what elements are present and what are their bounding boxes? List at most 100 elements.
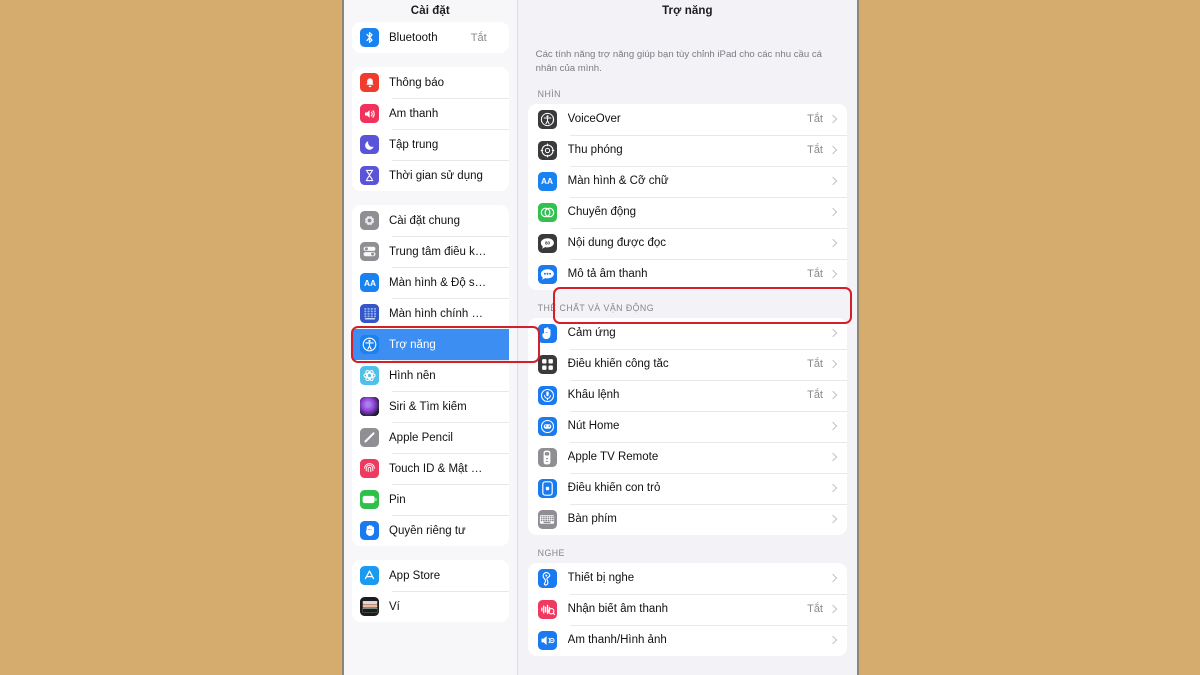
section-heading: THỂ CHẤT VÀ VẬN ĐỘNG bbox=[537, 302, 655, 313]
settings-row-n-i-dung-c-c[interactable]: 80 Nội dung được đọc bbox=[527, 227, 847, 259]
row-value: Tắt bbox=[807, 144, 823, 157]
chevron-right-icon bbox=[830, 635, 836, 645]
row-label: Bluetooth bbox=[389, 31, 438, 44]
row-value: Tắt bbox=[807, 603, 823, 616]
sidebar-item-pin[interactable]: Pin bbox=[352, 484, 509, 515]
accessibility-detail-pane[interactable]: Trợ năng Các tính năng trợ năng giúp bạn… bbox=[517, 0, 857, 675]
privacy-hand-icon bbox=[360, 521, 379, 540]
wallet-icon bbox=[360, 597, 379, 616]
settings-row-chuy-n-ng[interactable]: Chuyển động bbox=[527, 196, 847, 228]
settings-row-i-u-khi-n-con-tr[interactable]: Điều khiển con trỏ bbox=[527, 472, 847, 504]
settings-row-i-u-khi-n-c-ng-t-c[interactable]: Điều khiển công tắc Tắt bbox=[527, 348, 847, 380]
row-label: Thông báo bbox=[389, 76, 444, 89]
pointer-control-icon bbox=[537, 478, 557, 498]
section-heading: NGHE bbox=[537, 547, 565, 558]
chevron-right-icon bbox=[830, 390, 836, 400]
sidebar-item-m-n-h-nh-s-ng[interactable]: AA Màn hình & Độ sáng bbox=[352, 267, 509, 298]
chevron-right-icon bbox=[830, 514, 836, 524]
apple-tv-remote-icon bbox=[537, 447, 557, 467]
sidebar-item-m-n-h-nh-ch-nh-dock[interactable]: Màn hình chính & Dock bbox=[352, 298, 509, 329]
settings-row-nh-n-bi-t-m-thanh[interactable]: Nhận biết âm thanh Tắt bbox=[527, 593, 847, 625]
row-label: Điều khiển con trỏ bbox=[567, 482, 661, 495]
sidebar-item-m-thanh[interactable]: Âm thanh bbox=[352, 98, 509, 129]
row-label: Apple TV Remote bbox=[567, 451, 659, 464]
ipad-settings-window: Cài đặt Bluetooth Tắt Thông báo Âm thanh Tập… bbox=[342, 0, 859, 675]
settings-row-thi-t-b-nghe[interactable]: Thiết bị nghe bbox=[527, 562, 847, 594]
sidebar-item-bluetooth[interactable]: Bluetooth Tắt bbox=[352, 22, 509, 53]
sidebar-item-t-p-trung[interactable]: Tập trung bbox=[352, 129, 509, 160]
row-label: Thiết bị nghe bbox=[567, 572, 635, 585]
audio-description-icon bbox=[537, 264, 557, 284]
sound-icon bbox=[360, 104, 379, 123]
settings-row-c-m-ng[interactable]: Cảm ứng bbox=[527, 317, 847, 349]
row-label: Quyền riêng tư bbox=[389, 524, 466, 537]
row-label: Cảm ứng bbox=[567, 327, 616, 340]
voice-control-icon bbox=[537, 385, 557, 405]
row-label: Trợ năng bbox=[389, 338, 436, 351]
wallpaper-icon bbox=[360, 366, 379, 385]
settings-row-n-t-home[interactable]: Nút Home bbox=[527, 410, 847, 442]
sidebar-item-trung-t-m-i-u-khi-n[interactable]: Trung tâm điều khiển bbox=[352, 236, 509, 267]
row-label: Điều khiển công tắc bbox=[567, 358, 669, 371]
settings-row-voiceover[interactable]: VoiceOver Tắt bbox=[527, 103, 847, 135]
row-label: Nút Home bbox=[567, 420, 620, 433]
sidebar-item-siri-t-m-ki-m[interactable]: Siri & Tìm kiếm bbox=[352, 391, 509, 422]
row-label: Âm thanh bbox=[389, 107, 439, 120]
row-label: Bàn phím bbox=[567, 513, 617, 526]
notifications-icon bbox=[360, 73, 379, 92]
chevron-right-icon bbox=[830, 604, 836, 614]
settings-row-apple-tv-remote[interactable]: Apple TV Remote bbox=[527, 441, 847, 473]
sidebar-item-th-i-gian-s-d-ng[interactable]: Thời gian sử dụng bbox=[352, 160, 509, 191]
chevron-right-icon bbox=[830, 207, 836, 217]
sidebar-item-touch-id-m-t-m[interactable]: Touch ID & Mật mã bbox=[352, 453, 509, 484]
settings-row-b-n-ph-m[interactable]: Bàn phím bbox=[527, 503, 847, 535]
row-label: Chuyển động bbox=[567, 206, 637, 219]
settings-sidebar[interactable]: Cài đặt Bluetooth Tắt Thông báo Âm thanh Tập… bbox=[344, 0, 518, 675]
sidebar-group: App Store Ví bbox=[352, 560, 509, 622]
sidebar-item-th-ng-b-o[interactable]: Thông báo bbox=[352, 67, 509, 98]
focus-moon-icon bbox=[360, 135, 379, 154]
sidebar-item-tr-n-ng[interactable]: Trợ năng bbox=[352, 329, 509, 360]
sidebar-item-quy-n-ri-ng-t[interactable]: Quyền riêng tư bbox=[352, 515, 509, 546]
settings-row-kh-u-l-nh[interactable]: Khẩu lệnh Tắt bbox=[527, 379, 847, 411]
row-value: Tắt bbox=[807, 113, 823, 126]
sidebar-group-list: Bluetooth Tắt Thông báo Âm thanh Tập trung Th… bbox=[344, 22, 517, 622]
svg-text:80: 80 bbox=[545, 240, 551, 245]
chevron-right-icon bbox=[830, 573, 836, 583]
row-label: Apple Pencil bbox=[389, 431, 453, 444]
row-label: Khẩu lệnh bbox=[567, 389, 620, 402]
chevron-right-icon bbox=[830, 269, 836, 279]
bluetooth-icon bbox=[360, 28, 379, 47]
settings-row-thu-ph-ng[interactable]: Thu phóng Tắt bbox=[527, 134, 847, 166]
sidebar-group: Bluetooth Tắt bbox=[352, 22, 509, 53]
control-center-icon bbox=[360, 242, 379, 261]
page-title: Trợ năng bbox=[517, 0, 857, 22]
sound-recognition-icon bbox=[537, 599, 557, 619]
chevron-right-icon bbox=[830, 238, 836, 248]
sidebar-item-c-i-t-chung[interactable]: Cài đặt chung bbox=[352, 205, 509, 236]
settings-row-m-thanh-h-nh-nh[interactable]: Âm thanh/Hình ảnh bbox=[527, 624, 847, 656]
sidebar-item-h-nh-n-n[interactable]: Hình nền bbox=[352, 360, 509, 391]
keyboard-icon bbox=[537, 509, 557, 529]
sidebar-item-v[interactable]: Ví bbox=[352, 591, 509, 622]
screen-time-icon bbox=[360, 166, 379, 185]
app-store-icon bbox=[360, 566, 379, 585]
row-label: Cài đặt chung bbox=[389, 214, 460, 227]
zoom-icon bbox=[537, 140, 557, 160]
chevron-right-icon bbox=[830, 176, 836, 186]
sidebar-title: Cài đặt bbox=[344, 0, 517, 22]
chevron-right-icon bbox=[830, 452, 836, 462]
row-value: Tắt bbox=[470, 31, 487, 44]
row-label: Siri & Tìm kiếm bbox=[389, 400, 467, 413]
voiceover-icon bbox=[537, 109, 557, 129]
svg-text:AA: AA bbox=[363, 278, 375, 288]
settings-row-m-t-m-thanh[interactable]: Mô tả âm thanh Tắt bbox=[527, 258, 847, 290]
home-button-icon bbox=[537, 416, 557, 436]
sidebar-item-apple-pencil[interactable]: Apple Pencil bbox=[352, 422, 509, 453]
sidebar-item-app-store[interactable]: App Store bbox=[352, 560, 509, 591]
spoken-content-icon: 80 bbox=[537, 233, 557, 253]
row-label: App Store bbox=[389, 569, 441, 582]
accessibility-icon bbox=[360, 335, 379, 354]
settings-row-m-n-h-nh-c-ch[interactable]: AA Màn hình & Cỡ chữ bbox=[527, 165, 847, 197]
chevron-right-icon bbox=[830, 328, 836, 338]
